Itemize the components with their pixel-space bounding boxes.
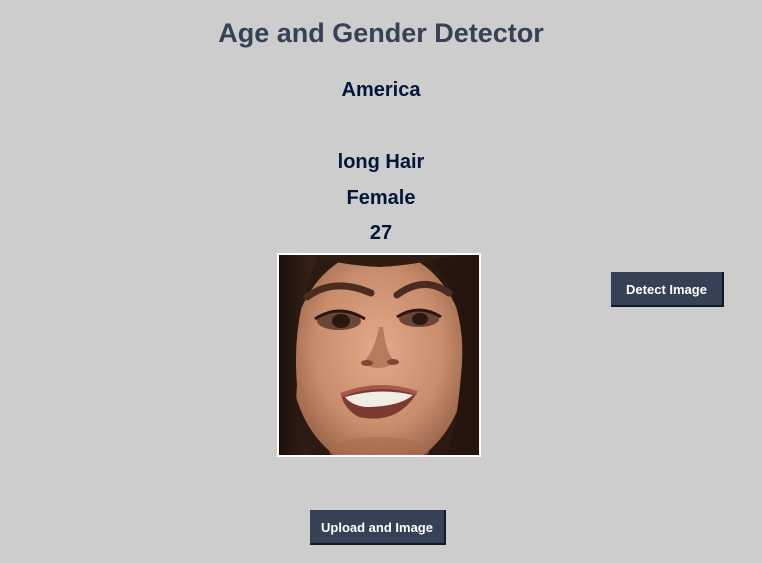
uploaded-face-image: [277, 253, 481, 457]
hair-result: long Hair: [337, 151, 425, 173]
upload-image-button[interactable]: Upload and Image: [310, 510, 446, 545]
detect-image-button[interactable]: Detect Image: [611, 272, 724, 307]
country-result: America: [341, 79, 421, 101]
gender-result: Female: [346, 187, 416, 209]
age-result: 27: [369, 222, 393, 244]
page-title: Age and Gender Detector: [218, 18, 544, 48]
